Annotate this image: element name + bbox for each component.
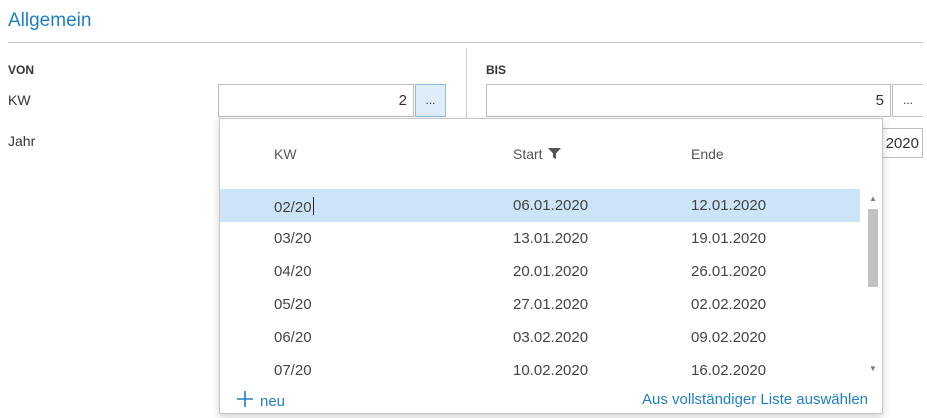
week-lookup-dropdown: KW Start Ende 02/20 06.01.2020 12.01.202… <box>219 118 883 414</box>
column-header-end[interactable]: Ende <box>691 146 724 162</box>
section-divider <box>8 42 923 43</box>
new-entry-label: neu <box>260 393 286 410</box>
list-item[interactable]: 05/20 27.01.2020 02.02.2020 <box>220 288 860 321</box>
filter-icon <box>548 146 562 162</box>
start-cell: 13.01.2020 <box>513 230 589 247</box>
scroll-up-icon[interactable]: ▲ <box>864 193 882 205</box>
kw-cell: 03/20 <box>274 230 312 247</box>
list-item[interactable]: 06/20 03.02.2020 09.02.2020 <box>220 321 860 354</box>
text-caret <box>312 197 314 215</box>
scrollbar-thumb[interactable] <box>868 209 878 287</box>
kw-cell: 04/20 <box>274 263 312 280</box>
kw-cell: 02/20 <box>274 197 314 216</box>
end-cell: 16.02.2020 <box>691 362 767 379</box>
to-header: BIS <box>486 63 507 77</box>
start-cell: 03.02.2020 <box>513 329 589 346</box>
from-header: VON <box>8 63 35 77</box>
start-cell: 10.02.2020 <box>513 362 589 379</box>
start-cell: 20.01.2020 <box>513 263 589 280</box>
kw-cell: 07/20 <box>274 362 312 379</box>
list-item[interactable]: 07/20 10.02.2020 16.02.2020 <box>220 354 860 387</box>
from-year-label: Jahr <box>8 133 36 149</box>
section-title: Allgemein <box>8 10 92 31</box>
plus-icon <box>236 390 254 412</box>
start-cell: 27.01.2020 <box>513 296 589 313</box>
list-item[interactable]: 03/20 13.01.2020 19.01.2020 <box>220 222 860 255</box>
to-year-input[interactable]: 2020 <box>880 128 923 158</box>
scroll-down-icon[interactable]: ▼ <box>864 363 882 375</box>
select-from-full-list-link[interactable]: Aus vollständiger Liste auswählen <box>642 391 868 408</box>
end-cell: 09.02.2020 <box>691 329 767 346</box>
start-cell: 06.01.2020 <box>513 197 589 214</box>
to-week-input[interactable]: 5 <box>486 84 891 117</box>
kw-cell: 06/20 <box>274 329 312 346</box>
end-cell: 19.01.2020 <box>691 230 767 247</box>
from-week-lookup-button[interactable]: ... <box>415 84 446 117</box>
list-item[interactable]: 02/20 06.01.2020 12.01.2020 <box>220 189 860 222</box>
column-header-kw[interactable]: KW <box>274 146 297 162</box>
from-week-label: KW <box>8 92 31 108</box>
list-item[interactable]: 04/20 20.01.2020 26.01.2020 <box>220 255 860 288</box>
new-entry-button[interactable]: neu <box>236 390 285 412</box>
column-header-start-label: Start <box>513 146 543 162</box>
end-cell: 26.01.2020 <box>691 263 767 280</box>
end-cell: 02.02.2020 <box>691 296 767 313</box>
kw-cell: 05/20 <box>274 296 312 313</box>
scrollbar[interactable]: ▲ ▼ <box>864 189 882 381</box>
from-week-input[interactable]: 2 <box>218 84 414 117</box>
end-cell: 12.01.2020 <box>691 197 767 214</box>
column-header-start[interactable]: Start <box>513 146 562 162</box>
to-week-lookup-button[interactable]: ... <box>892 84 923 117</box>
